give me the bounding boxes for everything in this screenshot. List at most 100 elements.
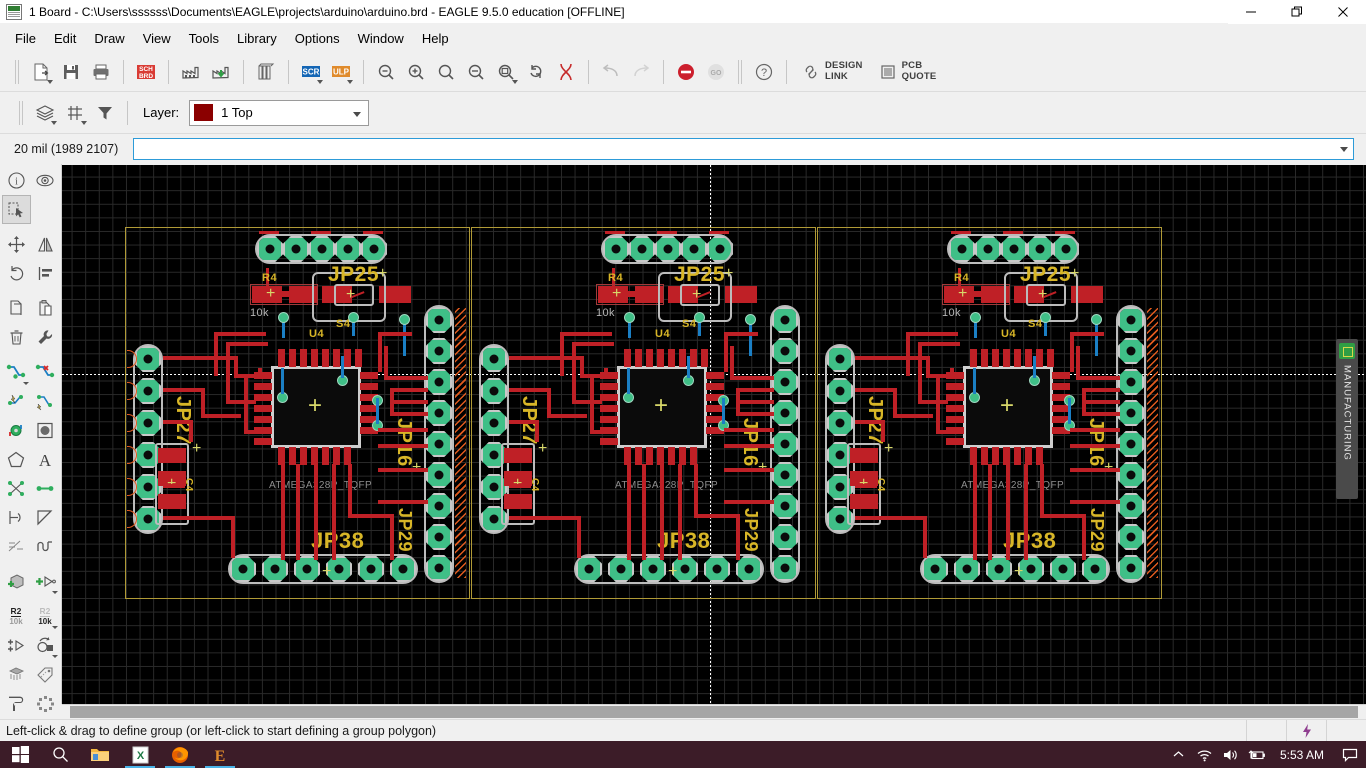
via[interactable] — [399, 314, 410, 325]
add-package-icon[interactable] — [2, 567, 31, 596]
chevron-down-icon[interactable] — [47, 79, 53, 84]
menu-edit[interactable]: Edit — [45, 27, 85, 50]
zoom-in-icon[interactable] — [401, 57, 431, 87]
ratsnest-icon[interactable] — [31, 387, 60, 416]
mirror-icon[interactable] — [31, 230, 60, 259]
undo-icon[interactable] — [596, 57, 626, 87]
command-input[interactable] — [133, 138, 1354, 160]
rotate-icon[interactable] — [2, 259, 31, 288]
print-icon[interactable] — [86, 57, 116, 87]
pad-smd[interactable] — [850, 494, 878, 509]
ripup-icon[interactable] — [31, 358, 60, 387]
design-link-button[interactable]: DESIGN LINK — [794, 57, 871, 87]
clock[interactable]: 5:53 AM — [1270, 748, 1334, 762]
wifi-icon[interactable] — [1192, 748, 1218, 762]
value-icon[interactable]: R2 10k — [31, 602, 60, 631]
polygon-icon[interactable] — [2, 445, 31, 474]
notification-icon[interactable] — [1334, 748, 1366, 762]
via-icon[interactable] — [2, 416, 31, 445]
save-icon[interactable] — [56, 57, 86, 87]
copy-icon[interactable] — [2, 294, 31, 323]
volume-icon[interactable] — [1218, 748, 1244, 762]
menu-options[interactable]: Options — [286, 27, 349, 50]
chevron-down-icon[interactable] — [22, 382, 29, 385]
chevron-down-icon[interactable] — [51, 626, 58, 629]
menu-file[interactable]: File — [6, 27, 45, 50]
pcb-quote-button[interactable]: PCB QUOTE — [871, 57, 945, 87]
redraw-icon[interactable] — [521, 57, 551, 87]
menu-help[interactable]: Help — [413, 27, 458, 50]
text-icon[interactable]: A — [31, 445, 60, 474]
board-outline[interactable]: R4 10k + JP25 + + S4 U4 + ATMEGA328P_TQF… — [471, 227, 816, 599]
show-icon[interactable] — [31, 166, 60, 195]
windows-start-icon[interactable] — [0, 741, 40, 768]
layers-icon[interactable] — [30, 98, 60, 128]
battery-charging-icon[interactable] — [1244, 748, 1270, 762]
wire-icon[interactable] — [31, 474, 60, 503]
help-icon[interactable]: ? — [749, 57, 779, 87]
new-file-icon[interactable] — [26, 57, 56, 87]
manufacturing-panel-tab[interactable]: MANUFACTURING — [1336, 339, 1358, 499]
eagle-icon[interactable]: E — [200, 741, 240, 768]
menu-draw[interactable]: Draw — [85, 27, 133, 50]
autorouter-icon[interactable] — [551, 57, 581, 87]
change-icon[interactable] — [31, 323, 60, 352]
replace-icon[interactable] — [2, 631, 31, 660]
zoom-fit-icon[interactable] — [431, 57, 461, 87]
maximize-button[interactable] — [1274, 0, 1320, 24]
zoom-select-icon[interactable] — [491, 57, 521, 87]
autoroute-icon[interactable] — [2, 387, 31, 416]
close-button[interactable] — [1320, 0, 1366, 24]
via[interactable] — [624, 312, 635, 323]
dimension-icon[interactable] — [2, 532, 31, 561]
menu-library[interactable]: Library — [228, 27, 286, 50]
file-explorer-icon[interactable] — [80, 741, 120, 768]
name-value-icon[interactable]: R2 10k — [2, 602, 31, 631]
switch-sch-brd-icon[interactable]: SCH BRD — [131, 57, 161, 87]
ulp-icon[interactable]: ULP — [326, 57, 356, 87]
via[interactable] — [278, 312, 289, 323]
scrollbar-thumb[interactable] — [70, 706, 1358, 718]
pad-smd[interactable] — [158, 494, 186, 509]
via[interactable] — [348, 312, 359, 323]
smash-icon[interactable] — [2, 660, 31, 689]
chevron-down-icon[interactable] — [512, 79, 518, 84]
pad-smd[interactable] — [504, 494, 532, 509]
align-icon[interactable] — [31, 259, 60, 288]
chevron-down-icon[interactable] — [353, 111, 362, 117]
board-outline[interactable]: R4 10k + JP25 + + S4 U4 + ATMEGA328P_TQF… — [817, 227, 1162, 599]
menu-view[interactable]: View — [134, 27, 180, 50]
chevron-down-icon[interactable] — [81, 120, 87, 125]
add-part-icon[interactable] — [31, 567, 60, 596]
library-icon[interactable] — [251, 57, 281, 87]
via[interactable] — [745, 314, 756, 325]
zoom-redraw-icon[interactable] — [461, 57, 491, 87]
grid-icon[interactable] — [60, 98, 90, 128]
via[interactable] — [1091, 314, 1102, 325]
cam-export-icon[interactable] — [206, 57, 236, 87]
via[interactable] — [694, 312, 705, 323]
paint-icon[interactable] — [2, 689, 31, 718]
via[interactable] — [1040, 312, 1051, 323]
chevron-down-icon[interactable] — [317, 79, 323, 84]
group-select-icon[interactable] — [1, 195, 31, 224]
go-icon[interactable]: GO — [701, 57, 731, 87]
menu-window[interactable]: Window — [349, 27, 413, 50]
via[interactable] — [970, 312, 981, 323]
search-icon[interactable] — [40, 741, 80, 768]
chevron-down-icon[interactable] — [51, 120, 57, 125]
chevron-down-icon[interactable] — [51, 591, 58, 594]
menu-tools[interactable]: Tools — [180, 27, 228, 50]
layer-select[interactable]: 1 Top — [189, 99, 370, 126]
command-history-chevron-down-icon[interactable] — [1340, 147, 1348, 152]
lightning-bolt-icon[interactable] — [1286, 719, 1326, 742]
cam-processor-icon[interactable] — [176, 57, 206, 87]
zoom-out-icon[interactable] — [371, 57, 401, 87]
route-icon[interactable] — [2, 358, 31, 387]
board-outline[interactable]: R4 10k + JP25 + + S4 U4 + ATMEGA328P_TQF… — [125, 227, 470, 599]
stop-icon[interactable] — [671, 57, 701, 87]
tray-chevron-up-icon[interactable] — [1166, 748, 1192, 761]
display-filter-icon[interactable] — [90, 98, 120, 128]
redo-icon[interactable] — [626, 57, 656, 87]
rect-icon[interactable] — [31, 503, 60, 532]
